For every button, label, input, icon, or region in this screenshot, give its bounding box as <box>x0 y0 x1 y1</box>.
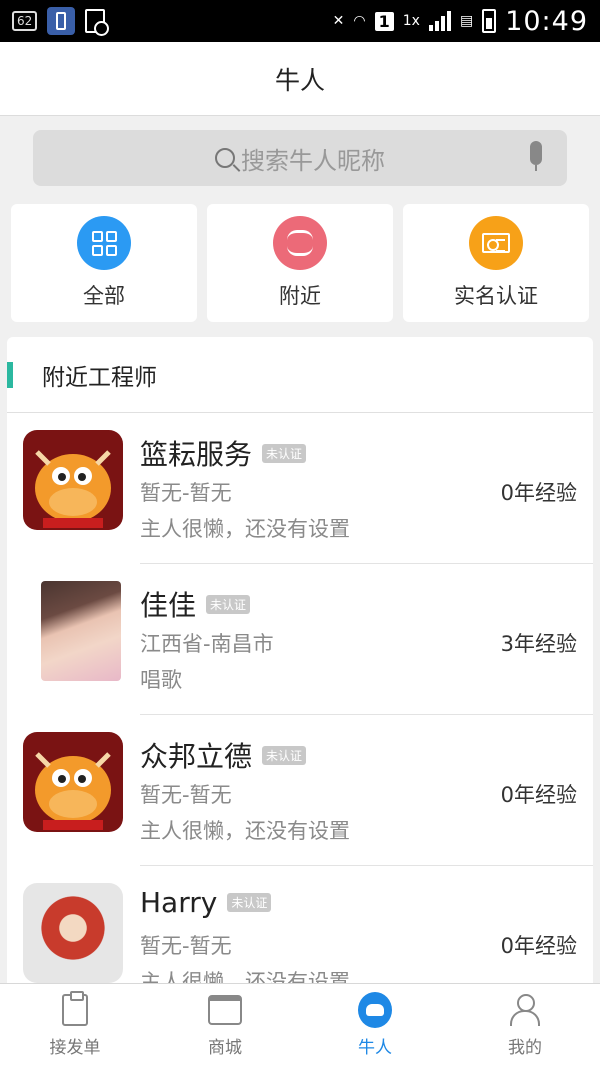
engineer-row[interactable]: 篮耘服务 未认证 暂无-暂无 0年经验 主人很懒，还没有设置 <box>7 413 593 564</box>
status-time: 10:49 <box>505 5 588 37</box>
wifi-icon: ◠ <box>353 13 366 29</box>
sim-slot-icon: 1 <box>374 11 394 31</box>
unverified-badge: 未认证 <box>227 893 272 912</box>
engineer-description: 主人很懒，还没有设置 <box>140 819 350 843</box>
engineer-location: 暂无-暂无 <box>140 481 232 505</box>
nav-orders[interactable]: 接发单 <box>0 984 150 1067</box>
notification-count-icon: 62 <box>12 11 38 31</box>
engineer-experience: 3年经验 <box>500 632 577 656</box>
profile-photo <box>23 883 123 983</box>
engineer-name: 篮耘服务 <box>140 438 253 471</box>
engineer-experience: 0年经验 <box>500 783 577 807</box>
microphone-icon[interactable] <box>527 141 545 175</box>
profile-photo <box>41 581 121 681</box>
avatar <box>23 430 123 530</box>
page-title: 牛人 <box>274 65 325 95</box>
engineer-description: 主人很懒，还没有设置 <box>140 517 350 541</box>
section-accent-bar <box>7 361 13 388</box>
nav-label: 牛人 <box>358 1038 392 1058</box>
sim-icon: ▤ <box>459 13 474 29</box>
route-icon <box>273 216 327 270</box>
category-verified-button[interactable]: 实名认证 <box>403 204 589 322</box>
engineer-row[interactable]: 众邦立德 未认证 暂无-暂无 0年经验 主人很懒，还没有设置 <box>7 715 593 866</box>
nav-niuren[interactable]: 牛人 <box>300 984 450 1067</box>
search-bar[interactable]: 搜索牛人昵称 <box>33 130 567 186</box>
unverified-badge: 未认证 <box>262 745 307 765</box>
shop-icon <box>208 995 242 1025</box>
engineer-description: 唱歌 <box>140 668 182 692</box>
nearby-engineers-section: 附近工程师 篮耘服务 未认证 暂无-暂无 0年经验 主人很懒，还没有设置 佳佳 未认… <box>7 337 593 987</box>
engineer-location: 暂无-暂无 <box>140 934 232 958</box>
engineer-experience: 0年经验 <box>500 481 577 505</box>
nav-label: 我的 <box>508 1038 542 1058</box>
section-title: 附近工程师 <box>42 364 157 391</box>
nav-shop[interactable]: 商城 <box>150 984 300 1067</box>
cow-mascot-icon <box>23 732 123 832</box>
engineer-name: Harry <box>140 886 218 919</box>
search-icon <box>215 148 235 168</box>
avatar <box>23 732 123 832</box>
engineer-name: 佳佳 <box>140 589 197 622</box>
engineer-name: 众邦立德 <box>140 740 253 773</box>
engineer-experience: 0年经验 <box>500 934 577 958</box>
category-label: 全部 <box>83 284 125 308</box>
engineer-row[interactable]: Harry 未认证 暂无-暂无 0年经验 主人很懒，还没有设置 <box>7 866 593 987</box>
status-bar: 62 ✕ ◠ 1 1x ▤ 10:49 <box>0 0 600 42</box>
category-nearby-button[interactable]: 附近 <box>207 204 393 322</box>
avatar <box>23 883 123 983</box>
network-type: 1x <box>402 13 420 29</box>
mute-icon: ✕ <box>332 13 345 29</box>
nav-label: 商城 <box>208 1038 242 1058</box>
category-all-button[interactable]: 全部 <box>11 204 197 322</box>
search-placeholder: 搜索牛人昵称 <box>241 146 385 175</box>
unverified-badge: 未认证 <box>262 443 307 463</box>
grid-icon <box>77 216 131 270</box>
category-label: 附近 <box>279 284 321 308</box>
engineer-row[interactable]: 佳佳 未认证 江西省-南昌市 3年经验 唱歌 <box>7 564 593 715</box>
title-bar: 牛人 <box>0 42 600 116</box>
cow-mascot-icon <box>23 430 123 530</box>
nav-label: 接发单 <box>49 1038 101 1058</box>
phone-icon <box>47 7 76 35</box>
person-icon <box>510 994 540 1026</box>
engineer-location: 江西省-南昌市 <box>140 632 274 656</box>
clipboard-icon <box>62 991 88 1026</box>
signal-icon <box>428 11 451 31</box>
avatar <box>41 581 121 681</box>
bottom-nav: 接发单 商城 牛人 我的 <box>0 983 600 1067</box>
unverified-badge: 未认证 <box>206 594 251 614</box>
nav-profile[interactable]: 我的 <box>450 984 600 1067</box>
engineer-location: 暂无-暂无 <box>140 783 232 807</box>
battery-icon <box>482 9 497 33</box>
category-label: 实名认证 <box>454 284 538 308</box>
id-card-icon <box>469 216 523 270</box>
clock-doc-icon <box>85 9 110 36</box>
niuren-icon <box>358 992 392 1028</box>
section-header: 附近工程师 <box>7 337 593 413</box>
